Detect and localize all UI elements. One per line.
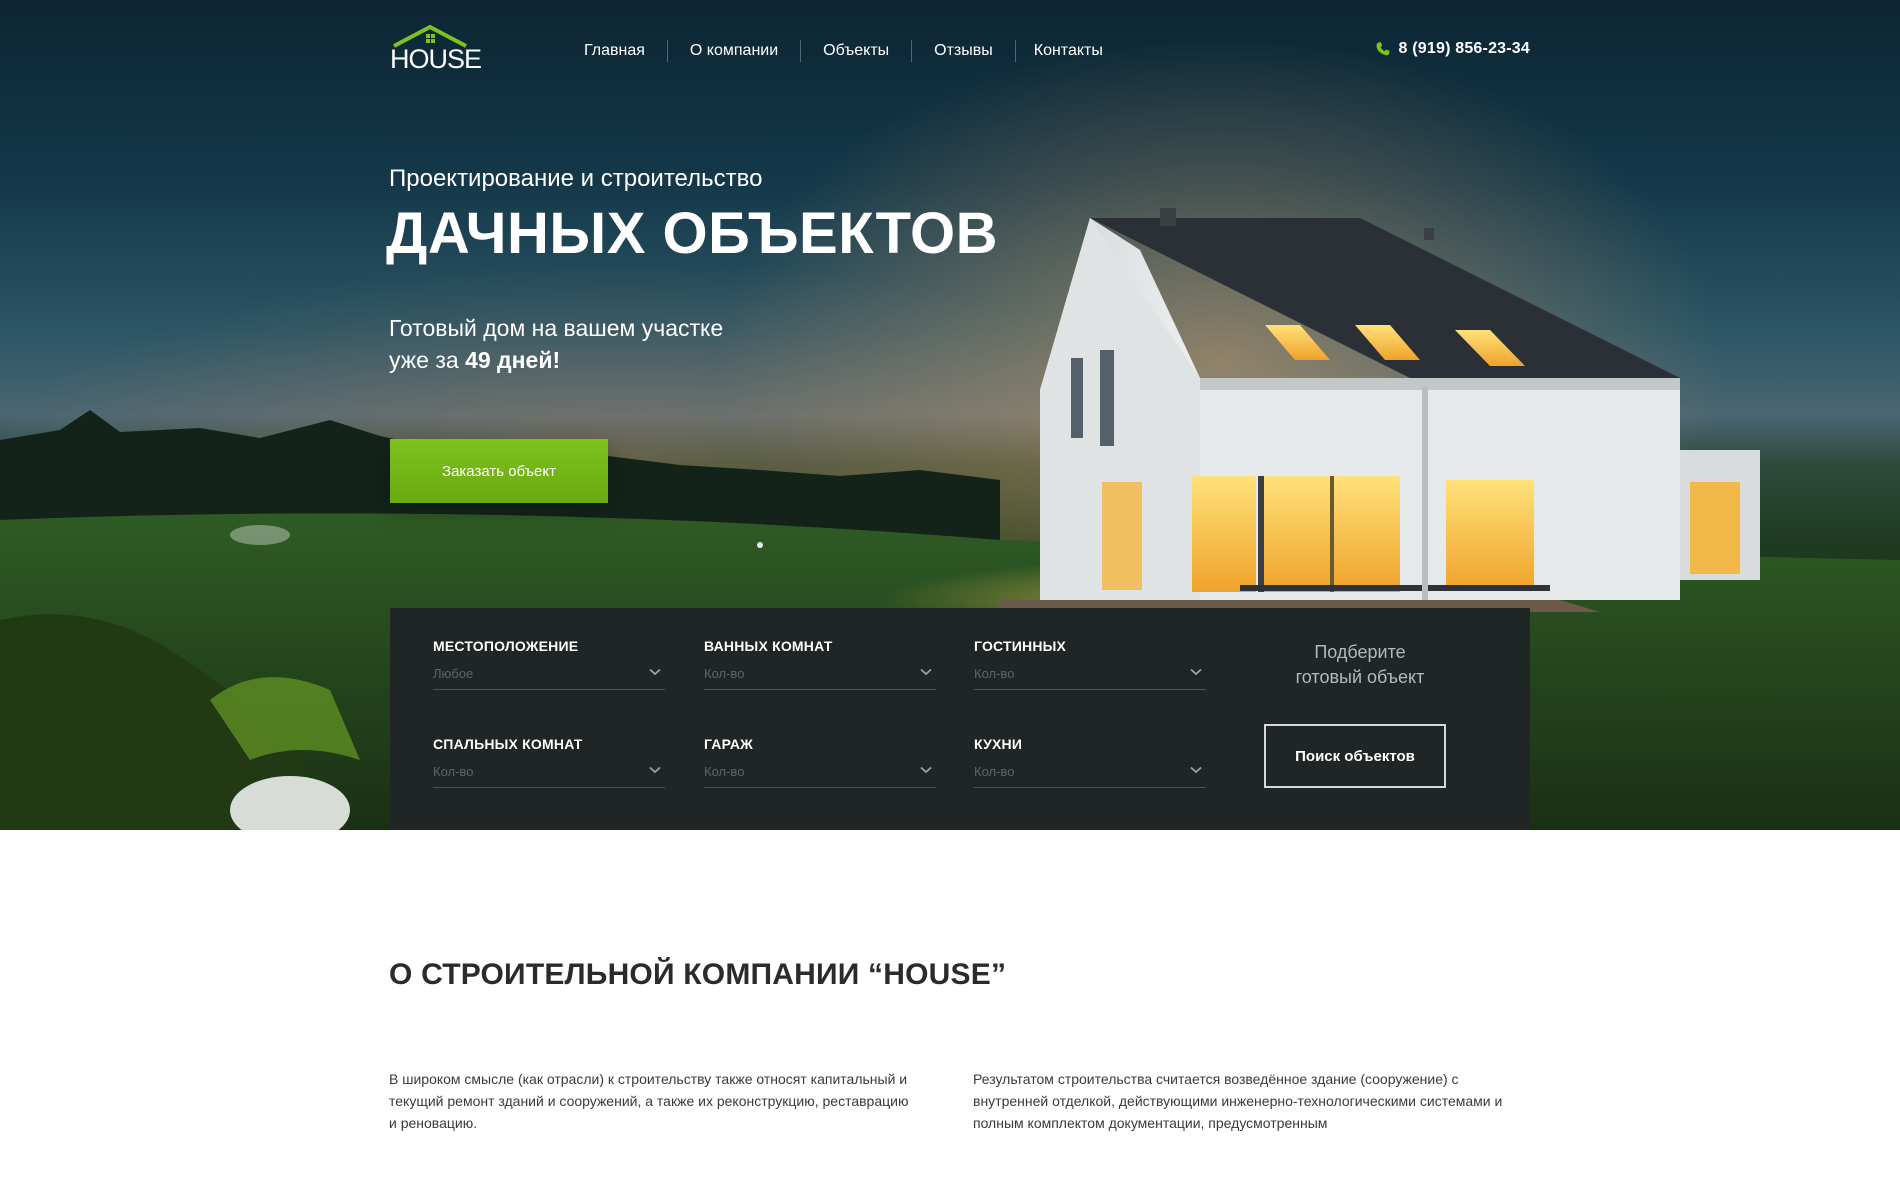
nav-item-contacts[interactable]: Контакты (1016, 38, 1125, 64)
select-value: Кол-во (974, 764, 1015, 779)
field-label: Местоположение (433, 638, 579, 654)
living-rooms-select[interactable]: Кол-во (974, 664, 1206, 690)
select-value: Кол-во (704, 764, 745, 779)
logo-text: HOUSE (390, 44, 482, 74)
phone-icon (1376, 42, 1389, 56)
chevron-down-icon (920, 668, 932, 676)
nav-item-about[interactable]: О компании (668, 38, 800, 64)
nav-item-reviews[interactable]: Отзывы (912, 38, 1015, 64)
phone-number: 8 (919) 856-23-34 (1398, 40, 1530, 57)
hero-subtitle: Проектирование и строительство (389, 165, 763, 192)
chevron-down-icon (649, 668, 661, 676)
search-objects-button[interactable]: Поиск объектов (1264, 724, 1446, 788)
about-text-left: В широком смысле (как отрасли) к строите… (389, 1071, 909, 1131)
tagline-highlight: 49 дней! (465, 347, 561, 373)
header-phone[interactable]: 8 (919) 856-23-34 (1375, 40, 1531, 58)
chevron-down-icon (1190, 766, 1202, 774)
living-rooms-field[interactable]: Гостинных Кол-во (974, 638, 1206, 690)
location-select[interactable]: Любое (433, 664, 665, 690)
select-value: Кол-во (704, 666, 745, 681)
search-hint-line-1: Подберите (1314, 642, 1406, 662)
field-label: Ванных комнат (704, 638, 833, 654)
tagline-line-2: уже за 49 дней! (389, 344, 723, 376)
object-search-panel: Местоположение Любое Ванных комнат Кол-в… (390, 608, 1530, 830)
field-label: Гостинных (974, 638, 1067, 654)
select-value: Кол-во (974, 666, 1015, 681)
bathrooms-field[interactable]: Ванных комнат Кол-во (704, 638, 936, 690)
garage-select[interactable]: Кол-во (704, 762, 936, 788)
nav-item-objects[interactable]: Объекты (801, 38, 911, 64)
location-field[interactable]: Местоположение Любое (433, 638, 665, 690)
hero-title: ДАЧНЫХ ОБЪЕКТОВ (386, 201, 999, 266)
field-label: Кухни (974, 736, 1023, 752)
garage-field[interactable]: Гараж Кол-во (704, 736, 936, 788)
bathrooms-select[interactable]: Кол-во (704, 664, 936, 690)
kitchens-field[interactable]: Кухни Кол-во (974, 736, 1206, 788)
order-object-button[interactable]: Заказать объект (390, 439, 608, 503)
search-hint-line-2: готовый объект (1295, 667, 1425, 687)
hero-tagline: Готовый дом на вашем участке уже за 49 д… (389, 312, 723, 376)
nav-item-home[interactable]: Главная (566, 38, 667, 64)
tagline-line-1: Готовый дом на вашем участке (389, 315, 724, 341)
tagline-prefix: уже за (389, 347, 466, 373)
bedrooms-select[interactable]: Кол-во (433, 762, 665, 788)
field-label: Спальных комнат (433, 736, 583, 752)
logo[interactable]: HOUSE (390, 24, 482, 74)
about-text-right: Результатом строительства считается возв… (973, 1071, 1503, 1131)
select-value: Кол-во (433, 764, 474, 779)
kitchens-select[interactable]: Кол-во (974, 762, 1206, 788)
main-nav: Главная О компании Объекты Отзывы Контак… (566, 38, 1125, 64)
bedrooms-field[interactable]: Спальных комнат Кол-во (433, 736, 665, 788)
chevron-down-icon (649, 766, 661, 774)
select-value: Любое (433, 666, 474, 681)
search-hint: Подберите готовый объект (1260, 640, 1460, 690)
about-title: О СТРОИТЕЛЬНОЙ КОМПАНИИ “HOUSE” (389, 958, 1007, 991)
chevron-down-icon (1190, 668, 1202, 676)
chevron-down-icon (920, 766, 932, 774)
field-label: Гараж (704, 736, 754, 752)
